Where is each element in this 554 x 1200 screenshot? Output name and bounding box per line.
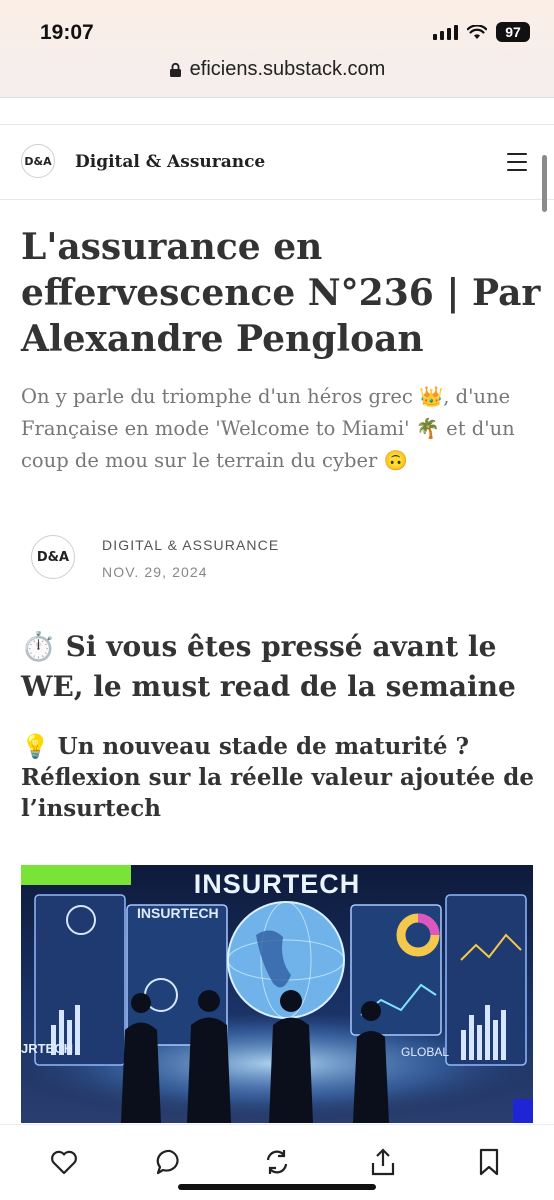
scrollbar[interactable] [542, 155, 547, 212]
author-name[interactable]: DIGITAL & ASSURANCE [102, 537, 279, 553]
like-icon[interactable] [49, 1147, 79, 1177]
panel-label-insurtech: INSURTECH [137, 905, 219, 921]
hero-image[interactable]: INSURTECH INSURTECH JRTECH GLOBAL [21, 865, 533, 1123]
blue-corner-accent [513, 1099, 533, 1123]
home-indicator[interactable] [178, 1184, 376, 1190]
sub-heading: 💡 Un nouveau stade de maturité ? Réflexi… [21, 733, 534, 822]
battery-indicator: 97 [496, 22, 530, 42]
browser-chrome: 19:07 97 eficiens.substack.com [0, 0, 554, 98]
lock-icon [169, 62, 181, 77]
publish-date: NOV. 29, 2024 [102, 564, 208, 580]
article-subtitle: On y parle du triomphe d'un héros grec 👑… [21, 385, 515, 472]
url-text: eficiens.substack.com [189, 58, 386, 80]
comment-icon[interactable] [155, 1147, 185, 1177]
restack-icon[interactable] [262, 1147, 292, 1177]
insurtech-illustration [21, 894, 533, 1123]
author-logo-text: D&A [36, 549, 70, 565]
share-icon[interactable] [368, 1147, 398, 1177]
status-time: 19:07 [40, 21, 94, 44]
publication-logo-text: D&A [24, 154, 52, 168]
publication-logo[interactable]: D&A [21, 144, 55, 178]
panel-label-side: JRTECH [21, 1041, 74, 1056]
status-indicators: 97 [433, 22, 530, 42]
bookmark-icon[interactable] [474, 1147, 504, 1177]
author-logo[interactable]: D&A [31, 535, 75, 579]
publication-name[interactable]: Digital & Assurance [75, 152, 265, 172]
publication-header: D&A Digital & Assurance [0, 124, 554, 200]
article-title: L'assurance en effervescence N°236 | Par… [21, 226, 541, 360]
menu-icon[interactable] [507, 153, 527, 171]
panel-label-global: GLOBAL [401, 1045, 450, 1059]
address-bar[interactable]: eficiens.substack.com [0, 58, 554, 81]
section-heading: ⏱️ Si vous êtes pressé avant le WE, le m… [21, 630, 516, 703]
cellular-signal-icon [433, 24, 458, 40]
wifi-icon [467, 24, 487, 39]
